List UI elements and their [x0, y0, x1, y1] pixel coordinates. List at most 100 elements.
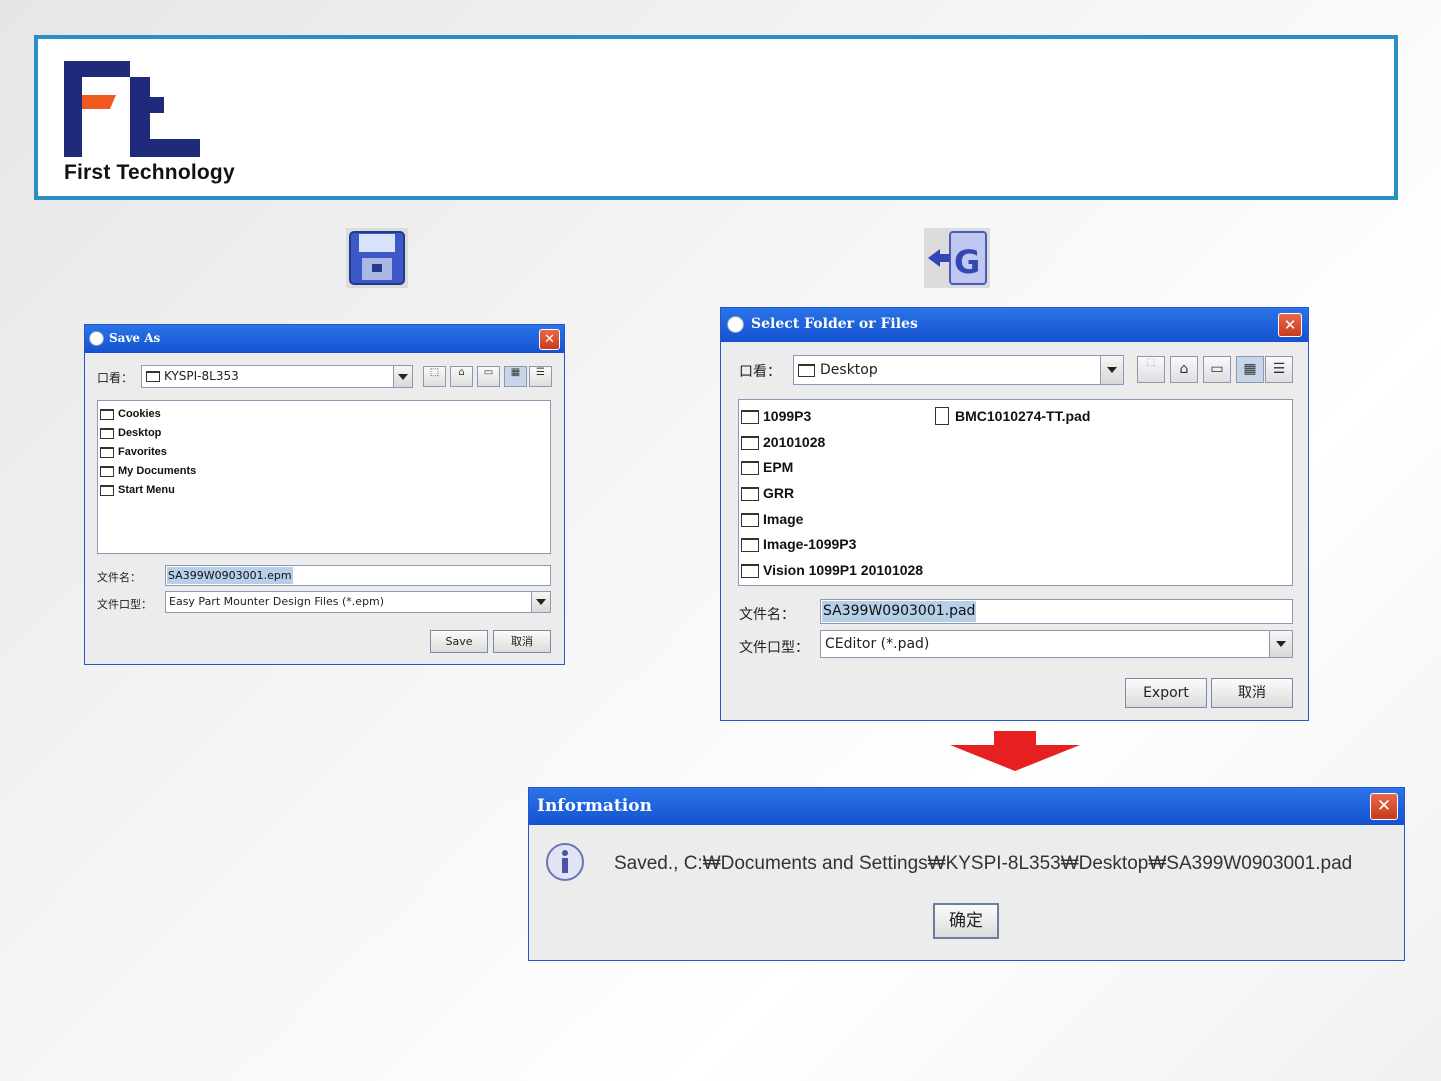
list-item[interactable]: Cookies [100, 405, 161, 423]
new-folder-icon: ▭ [483, 367, 494, 378]
folder-icon [100, 409, 114, 420]
look-in-value: KYSPI-8L353 [164, 369, 239, 383]
java-app-icon [89, 331, 104, 346]
folder-icon [741, 461, 759, 475]
folder-icon [741, 564, 759, 578]
filename-label: 文件名： [97, 571, 141, 584]
new-folder-button[interactable]: ▭ [477, 366, 500, 387]
details-view-icon: ☰ [1272, 361, 1286, 377]
item-label: Image [763, 511, 804, 527]
folder-icon [798, 364, 815, 377]
chevron-down-icon[interactable] [393, 366, 412, 387]
list-view-button[interactable]: ▦ [1236, 356, 1264, 383]
item-label: Start Menu [118, 484, 175, 496]
item-label: BMC1010274-TT.pad [955, 408, 1091, 424]
home-button[interactable]: ⌂ [1170, 356, 1198, 383]
home-button[interactable]: ⌂ [450, 366, 473, 387]
info-icon [546, 843, 584, 881]
list-item-file[interactable]: BMC1010274-TT.pad [935, 404, 1090, 428]
export-g-icon: G [928, 231, 987, 285]
filename-value: SA399W0903001.pad [822, 601, 977, 622]
item-label: Vision 1099P1 20101028 [763, 562, 924, 578]
filetype-value: CEditor (*.pad) [825, 636, 930, 652]
dialog-title: Save As [109, 331, 161, 345]
ft-logo-icon [64, 61, 200, 157]
details-view-button[interactable]: ☰ [529, 366, 552, 387]
item-label: Image-1099P3 [763, 536, 857, 552]
list-item[interactable]: Vision 1099P1 20101028 [741, 558, 923, 582]
folder-icon [741, 513, 759, 527]
item-label: My Documents [118, 465, 197, 477]
list-item[interactable]: Start Menu [100, 481, 175, 499]
information-dialog: Information ✕ Saved., C:₩Documents and S… [528, 787, 1405, 961]
save-button[interactable]: Save [430, 630, 488, 653]
close-icon: ✕ [1376, 796, 1392, 816]
svg-text:G: G [954, 243, 980, 281]
list-item[interactable]: GRR [741, 481, 794, 505]
export-button[interactable]: Export [1125, 678, 1207, 708]
list-item[interactable]: Image [741, 507, 803, 531]
select-folder-dialog: Select Folder or Files ✕ 口看： Desktop ⬚ ⌂… [720, 307, 1309, 721]
up-folder-icon: ⬚ [1146, 357, 1156, 368]
floppy-disk-icon [349, 231, 405, 285]
chevron-down-icon[interactable] [1100, 356, 1123, 384]
file-list[interactable]: 1099P3 20101028 EPM GRR Image Image-1099… [738, 399, 1293, 586]
home-icon: ⌂ [458, 367, 465, 378]
new-folder-button[interactable]: ▭ [1203, 356, 1231, 383]
filename-input[interactable]: SA399W0903001.pad [820, 599, 1293, 624]
list-item[interactable]: My Documents [100, 462, 196, 480]
list-item[interactable]: Image-1099P3 [741, 532, 856, 556]
close-icon: ✕ [1283, 316, 1297, 334]
item-label: 20101028 [763, 434, 826, 450]
filetype-combo[interactable]: CEditor (*.pad) [820, 630, 1293, 658]
list-view-button[interactable]: ▦ [504, 366, 527, 387]
list-item[interactable]: Favorites [100, 443, 167, 461]
filetype-combo[interactable]: Easy Part Mounter Design Files (*.epm) [165, 591, 551, 613]
cancel-button[interactable]: 取消 [1211, 678, 1293, 708]
folder-icon [100, 447, 114, 458]
close-button[interactable]: ✕ [539, 329, 560, 350]
chevron-down-icon[interactable] [531, 592, 550, 612]
info-message: Saved., C:₩Documents and Settings₩KYSPI-… [614, 853, 1353, 874]
close-button[interactable]: ✕ [1370, 793, 1398, 820]
up-one-level-button[interactable]: ⬚ [1137, 356, 1165, 383]
filename-input[interactable]: SA399W0903001.epm [165, 565, 551, 586]
list-item[interactable]: 20101028 [741, 430, 825, 454]
ok-button[interactable]: 确定 [933, 903, 999, 939]
folder-icon [741, 538, 759, 552]
look-in-label: 口看： [97, 371, 134, 385]
dialog-title: Information [537, 796, 652, 816]
folder-icon [741, 487, 759, 501]
folder-icon [100, 485, 114, 496]
new-folder-icon: ▭ [1210, 361, 1224, 377]
folder-icon [741, 410, 759, 424]
save-toolbar-button[interactable] [346, 228, 408, 288]
list-item[interactable]: Desktop [100, 424, 161, 442]
look-in-combo[interactable]: KYSPI-8L353 [141, 365, 413, 388]
home-icon: ⌂ [1179, 361, 1189, 377]
list-item[interactable]: EPM [741, 455, 793, 479]
close-icon: ✕ [544, 332, 555, 347]
file-icon [935, 407, 949, 425]
save-as-titlebar: Save As ✕ [85, 325, 564, 353]
item-label: Favorites [118, 446, 167, 458]
item-label: EPM [763, 459, 794, 475]
company-name: First Technology [64, 161, 235, 184]
list-item[interactable]: 1099P3 [741, 404, 811, 428]
file-list[interactable]: Cookies Desktop Favorites My Documents S… [97, 400, 551, 554]
filename-value: SA399W0903001.epm [167, 567, 293, 584]
up-folder-icon: ⬚ [429, 367, 440, 378]
export-toolbar-button[interactable]: G [924, 228, 990, 288]
filename-label: 文件名： [739, 607, 795, 623]
details-view-button[interactable]: ☰ [1265, 356, 1293, 383]
item-label: Desktop [118, 427, 162, 439]
cancel-button[interactable]: 取消 [493, 630, 551, 653]
look-in-combo[interactable]: Desktop [793, 355, 1124, 385]
close-button[interactable]: ✕ [1278, 313, 1302, 337]
details-view-icon: ☰ [536, 367, 545, 378]
list-view-icon: ▦ [1243, 361, 1257, 377]
folder-icon [100, 428, 114, 439]
up-one-level-button[interactable]: ⬚ [423, 366, 446, 387]
filetype-label: 文件口型： [97, 598, 152, 611]
chevron-down-icon[interactable] [1269, 631, 1292, 657]
